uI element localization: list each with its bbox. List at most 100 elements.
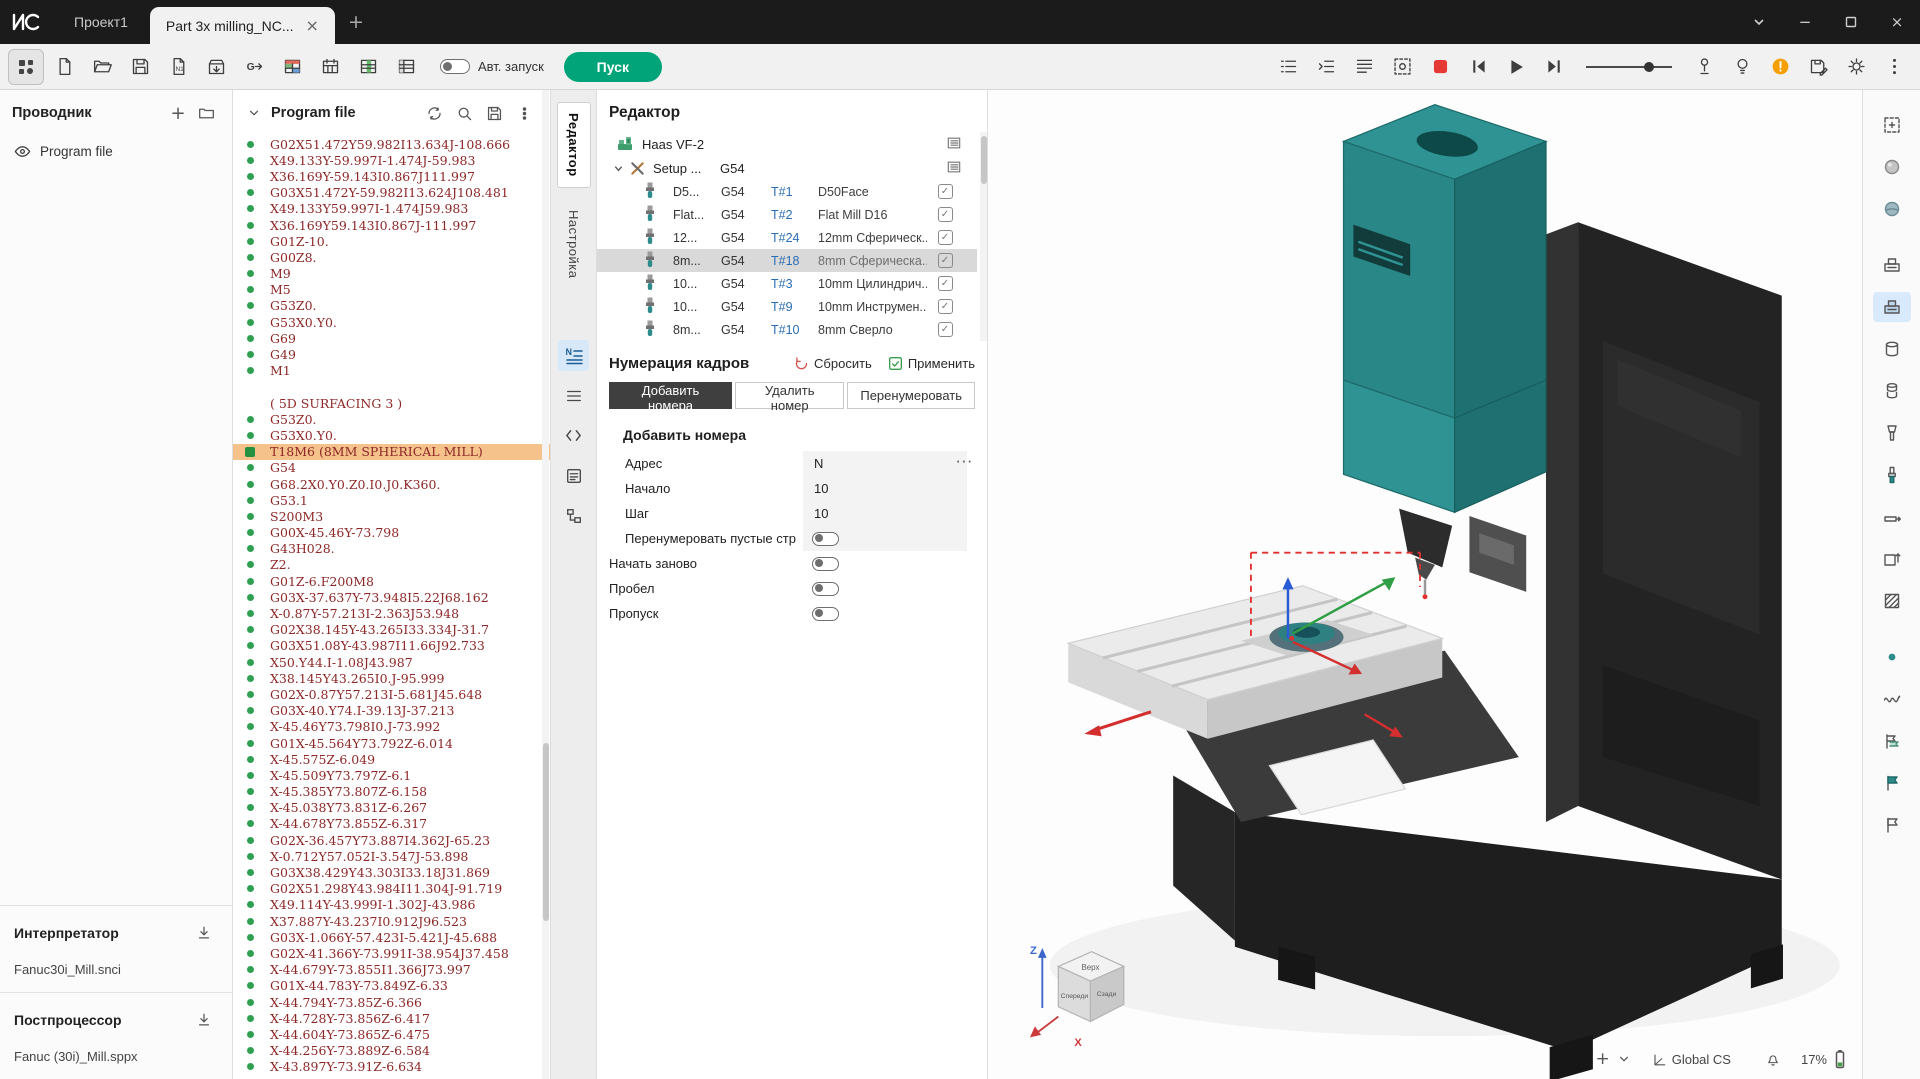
point-icon[interactable]: [1873, 642, 1911, 672]
code-line[interactable]: G53X0.Y0.: [233, 427, 550, 443]
machine-view-icon[interactable]: [1873, 292, 1911, 322]
close-button[interactable]: ×: [1874, 0, 1920, 44]
open-folder-icon[interactable]: [84, 49, 120, 85]
code-line[interactable]: X50.Y44.I-1.08J43.987: [233, 654, 550, 670]
field-toggle[interactable]: [812, 532, 839, 546]
add-view-button[interactable]: +: [1595, 1049, 1609, 1069]
code-line[interactable]: G53X0.Y0.: [233, 314, 550, 330]
gear-icon[interactable]: [1838, 49, 1874, 85]
tool-checkbox[interactable]: ✓: [938, 253, 953, 268]
form-panel-icon[interactable]: [558, 460, 589, 491]
numbering-tab[interactable]: Перенумеровать: [847, 382, 975, 409]
coordinate-system-selector[interactable]: Global CS: [1652, 1052, 1731, 1067]
apply-button[interactable]: Применить: [888, 356, 975, 371]
code-line[interactable]: M5: [233, 282, 550, 298]
step-forward-icon[interactable]: [1536, 49, 1572, 85]
setup-detail-icon[interactable]: [947, 160, 961, 177]
tool-row[interactable]: 8m... G54 T#18 8mm Сферическа... ✓: [597, 249, 977, 272]
toolpath-wave-icon[interactable]: [1873, 684, 1911, 714]
code-line[interactable]: X-0.712Y57.052I-3.547J-53.898: [233, 848, 550, 864]
chevron-down-icon[interactable]: [613, 163, 624, 174]
play-button[interactable]: [1498, 49, 1534, 85]
postprocessor-value[interactable]: Fanuc (30i)_Mill.sppx: [14, 1049, 218, 1064]
tool-row[interactable]: D5... G54 T#1 D50Face ✓: [597, 180, 977, 203]
tab-close-icon[interactable]: ×: [306, 18, 319, 34]
save-icon[interactable]: [480, 99, 508, 127]
line-numbers-list-icon[interactable]: [1270, 49, 1306, 85]
tab-editor[interactable]: Редактор: [557, 102, 591, 188]
code-line[interactable]: M9: [233, 266, 550, 282]
code-line[interactable]: [233, 379, 550, 395]
code-line[interactable]: X-44.678Y73.855Z-6.317: [233, 816, 550, 832]
tool-row[interactable]: Flat... G54 T#2 Flat Mill D16 ✓: [597, 203, 977, 226]
section-hatch-icon[interactable]: [1873, 586, 1911, 616]
panel-move-icon[interactable]: [1873, 544, 1911, 574]
more-options-button[interactable]: ···: [956, 453, 973, 471]
tool-checkbox[interactable]: ✓: [938, 322, 953, 337]
code-line[interactable]: G53Z0.: [233, 411, 550, 427]
flag-outline-icon[interactable]: [1873, 810, 1911, 840]
numbering-tab[interactable]: Удалить номер: [735, 382, 844, 409]
sync-icon[interactable]: [420, 99, 448, 127]
code-line[interactable]: X49.133Y59.997I-1.474J59.983: [233, 201, 550, 217]
interpreter-value[interactable]: Fanuc30i_Mill.snci: [14, 962, 218, 977]
code-line[interactable]: X-0.87Y-57.213I-2.363J53.948: [233, 605, 550, 621]
machine-detail-icon[interactable]: [947, 136, 961, 153]
search-icon[interactable]: [450, 99, 478, 127]
view-cube[interactable]: Верх Спереди Сзади Z X: [1030, 945, 1124, 1049]
probe-icon[interactable]: [1686, 49, 1722, 85]
save-icon[interactable]: [122, 49, 158, 85]
table-green-column-icon[interactable]: [350, 49, 386, 85]
code-line[interactable]: X38.145Y43.265I0.J-95.999: [233, 670, 550, 686]
tool-checkbox[interactable]: ✓: [938, 184, 953, 199]
code-line[interactable]: X-44.256Y-73.889Z-6.584: [233, 1043, 550, 1059]
postprocessor-load-icon[interactable]: [190, 1006, 218, 1034]
code-line[interactable]: X-45.46Y73.798I0.J-73.992: [233, 719, 550, 735]
table-colored-icon[interactable]: [274, 49, 310, 85]
stock-stack-icon[interactable]: [1873, 376, 1911, 406]
code-line[interactable]: G54: [233, 460, 550, 476]
tool-row[interactable]: 10... G54 T#3 10mm Цилиндрич... ✓: [597, 272, 977, 295]
code-line[interactable]: T18M6 (8MM SPHERICAL MILL): [233, 444, 550, 460]
code-line[interactable]: G02X38.145Y-43.265I33.334J-31.7: [233, 622, 550, 638]
explorer-item-program-file[interactable]: Program file: [0, 136, 232, 167]
collapse-chevron-icon[interactable]: [245, 99, 263, 127]
save-report-icon[interactable]: [1800, 49, 1836, 85]
export-package-icon[interactable]: [198, 49, 234, 85]
code-line[interactable]: G03X51.472Y-59.982I13.624J108.481: [233, 185, 550, 201]
code-line[interactable]: X-43.897Y-73.91Z-6.634: [233, 1059, 550, 1075]
code-line[interactable]: G69: [233, 330, 550, 346]
justify-list-icon[interactable]: [1346, 49, 1382, 85]
tool-checkbox[interactable]: ✓: [938, 299, 953, 314]
tool-list-scrollbar[interactable]: [980, 132, 987, 341]
apps-grid-icon[interactable]: [8, 49, 44, 85]
notifications-bell-icon[interactable]: [1765, 1051, 1781, 1067]
stop-button[interactable]: [1422, 49, 1458, 85]
tool-row[interactable]: 12... G54 T#24 12mm Сферическ... ✓: [597, 226, 977, 249]
code-line[interactable]: G03X51.08Y-43.987I11.66J92.733: [233, 638, 550, 654]
code-line[interactable]: G68.2X0.Y0.Z0.I0.J0.K360.: [233, 476, 550, 492]
fit-view-icon[interactable]: [1873, 110, 1911, 140]
reset-button[interactable]: Сбросить: [794, 356, 872, 371]
code-line[interactable]: G03X38.429Y43.303I33.18J31.869: [233, 864, 550, 880]
program-scrollbar-thumb[interactable]: [543, 743, 549, 921]
flow-panel-icon[interactable]: [558, 500, 589, 531]
minimize-button[interactable]: −: [1782, 0, 1828, 44]
code-line[interactable]: X-45.385Y73.807Z-6.158: [233, 784, 550, 800]
field-value[interactable]: N: [814, 456, 823, 471]
maximize-button[interactable]: [1828, 0, 1874, 44]
code-line[interactable]: X-44.794Y-73.85Z-6.366: [233, 994, 550, 1010]
tab-document[interactable]: Part 3x milling_NC... ×: [150, 7, 335, 44]
code-line[interactable]: X-45.575Z-6.049: [233, 751, 550, 767]
code-line[interactable]: Z2.: [233, 557, 550, 573]
explorer-add-button[interactable]: +: [164, 99, 192, 127]
tool-checkbox[interactable]: ✓: [938, 230, 953, 245]
interpreter-load-icon[interactable]: [190, 919, 218, 947]
table-move-icon[interactable]: [1873, 502, 1911, 532]
code-line[interactable]: G00Z8.: [233, 249, 550, 265]
code-line[interactable]: X-44.728Y-73.856Z-6.417: [233, 1010, 550, 1026]
table-calendar-icon[interactable]: [312, 49, 348, 85]
code-line[interactable]: X-45.509Y73.797Z-6.1: [233, 767, 550, 783]
stock-cylinder-icon[interactable]: [1873, 334, 1911, 364]
code-line[interactable]: G43H028.: [233, 541, 550, 557]
